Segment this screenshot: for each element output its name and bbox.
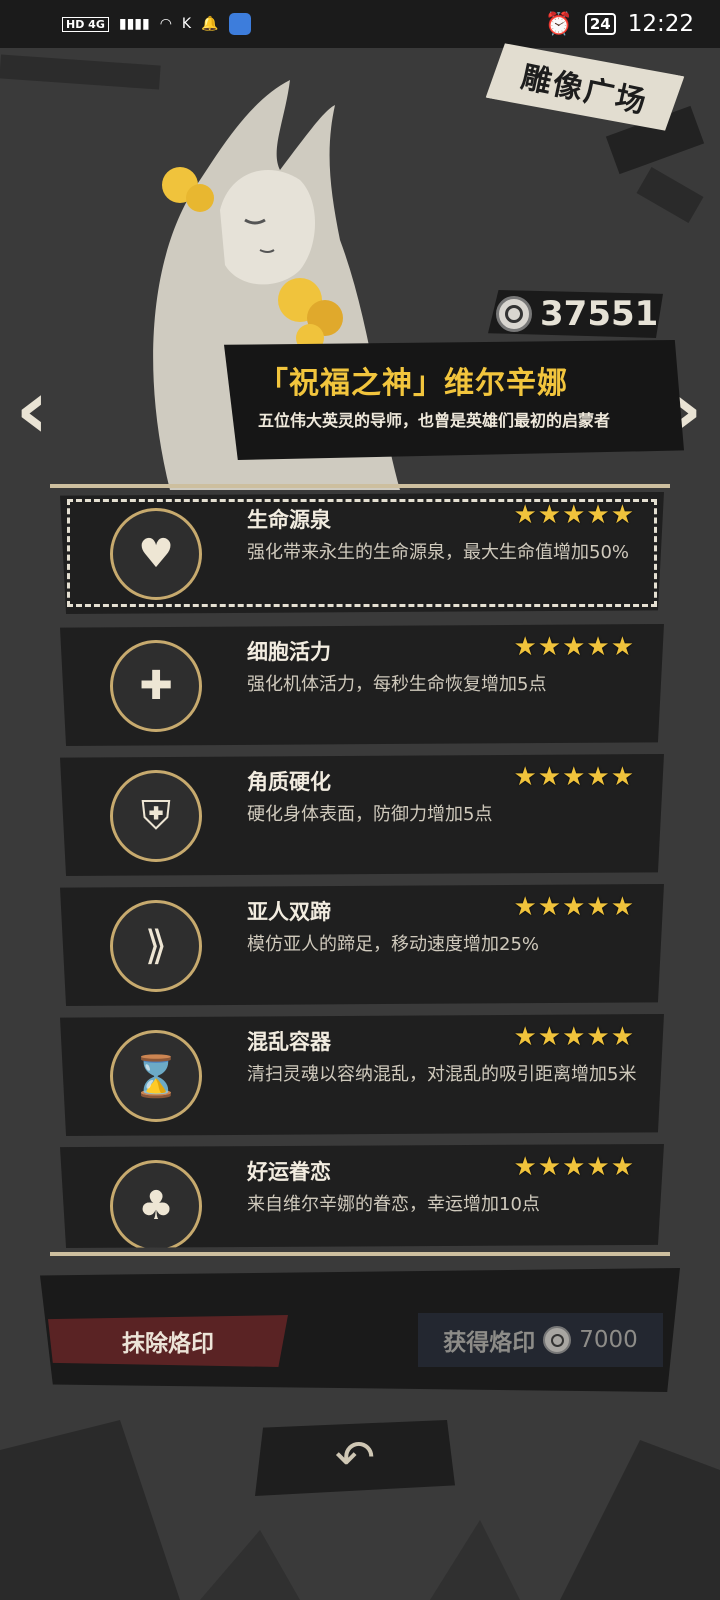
star-rating: ★ ★ ★ ★ ★ <box>513 502 634 528</box>
star-icon: ★ <box>610 762 634 792</box>
clock: 12:22 <box>627 11 694 37</box>
star-icon: ★ <box>610 1152 634 1182</box>
status-bar: HD 4G ▮▮▮▮ ◠ K 🔔 ⏰ 24 12:22 <box>0 0 720 48</box>
star-icon: ★ <box>513 762 537 792</box>
clover-icon: ♣ <box>110 1160 202 1248</box>
star-icon: ★ <box>537 1022 562 1052</box>
star-icon: ★ <box>513 1152 537 1182</box>
hero-banner: 「祝福之神」维尔辛娜 五位伟大英灵的导师，也曾是英雄们最初的启蒙者 <box>224 340 684 460</box>
soul-coin-icon <box>496 296 532 332</box>
bell-icon: 🔔 <box>201 16 219 32</box>
erase-brand-button[interactable]: 抹除烙印 <box>48 1315 288 1367</box>
star-icon: ★ <box>586 632 610 662</box>
star-icon: ★ <box>513 500 537 530</box>
star-icon: ★ <box>537 1152 562 1182</box>
star-icon: ★ <box>610 632 634 662</box>
app-k-icon: K <box>181 16 192 32</box>
skill-card-chaos-container[interactable]: ⌛ 混乱容器 清扫灵魂以容纳混乱，对混乱的吸引距离增加5米 ★ ★ ★ ★ ★ <box>60 1014 664 1136</box>
star-icon: ★ <box>513 1022 537 1052</box>
star-icon: ★ <box>537 500 562 530</box>
star-icon: ★ <box>610 892 634 922</box>
skill-card-lucky-favor[interactable]: ♣ 好运眷恋 来自维尔辛娜的眷恋，幸运增加10点 ★ ★ ★ ★ ★ <box>60 1144 664 1248</box>
previous-statue-button[interactable]: ‹ <box>2 363 62 456</box>
skill-description: 硬化身体表面，防御力增加5点 <box>247 804 493 825</box>
star-icon: ★ <box>537 632 562 662</box>
skill-title: 角质硬化 <box>247 770 331 794</box>
star-rating: ★ ★ ★ ★ ★ <box>513 764 634 790</box>
skill-card-demihuman-hooves[interactable]: ⟫ 亚人双蹄 模仿亚人的蹄足，移动速度增加25% ★ ★ ★ ★ ★ <box>60 884 664 1006</box>
skill-title: 好运眷恋 <box>247 1160 331 1184</box>
star-icon: ★ <box>562 892 586 922</box>
star-icon: ★ <box>586 1152 610 1182</box>
status-right: ⏰ 24 12:22 <box>545 11 694 37</box>
skill-title: 细胞活力 <box>247 640 331 664</box>
heart-fountain-icon: ♥ <box>110 508 202 600</box>
skill-description: 清扫灵魂以容纳混乱，对混乱的吸引距离增加5米 <box>247 1064 637 1085</box>
star-icon: ★ <box>513 892 537 922</box>
currency-value: 37551 <box>540 294 659 334</box>
star-icon: ★ <box>537 762 562 792</box>
signal-icon: ▮▮▮▮ <box>118 16 150 32</box>
star-rating: ★ ★ ★ ★ ★ <box>513 894 634 920</box>
currency-display: 37551 <box>488 290 663 338</box>
skill-title: 混乱容器 <box>247 1030 331 1054</box>
skill-description: 强化机体活力，每秒生命恢复增加5点 <box>247 674 547 695</box>
armor-icon: ⛨ <box>110 770 202 862</box>
skill-description: 来自维尔辛娜的眷恋，幸运增加10点 <box>247 1194 540 1215</box>
alarm-icon: ⏰ <box>545 11 573 37</box>
obtain-cost: 7000 <box>579 1327 638 1353</box>
skill-title: 亚人双蹄 <box>247 900 331 924</box>
page-title: 雕像广场 <box>486 37 685 137</box>
status-left: HD 4G ▮▮▮▮ ◠ K 🔔 <box>62 13 251 35</box>
star-icon: ★ <box>513 632 537 662</box>
star-icon: ★ <box>562 1152 586 1182</box>
star-icon: ★ <box>562 500 586 530</box>
browser-icon <box>228 13 251 35</box>
skill-description: 模仿亚人的蹄足，移动速度增加25% <box>247 934 540 955</box>
skill-title: 生命源泉 <box>247 508 331 532</box>
star-icon: ★ <box>586 500 610 530</box>
battery-indicator: 24 <box>584 13 616 35</box>
star-icon: ★ <box>586 892 610 922</box>
skill-description: 强化带来永生的生命源泉，最大生命值增加50% <box>247 542 630 563</box>
skill-card-cell-vitality[interactable]: ✚ 细胞活力 强化机体活力，每秒生命恢复增加5点 ★ ★ ★ ★ ★ <box>60 624 664 746</box>
star-icon: ★ <box>610 1022 634 1052</box>
star-icon: ★ <box>562 1022 586 1052</box>
chevron-left-icon: ‹ <box>15 362 49 456</box>
back-arrow-icon: ↶ <box>334 1430 376 1486</box>
obtain-brand-button[interactable]: 获得烙印 7000 <box>418 1313 663 1367</box>
star-icon: ★ <box>562 632 586 662</box>
star-rating: ★ ★ ★ ★ ★ <box>513 634 634 660</box>
container-icon: ⌛ <box>110 1030 202 1122</box>
hero-description: 五位伟大英灵的导师，也曾是英雄们最初的启蒙者 <box>258 411 611 430</box>
soul-coin-icon <box>543 1326 572 1354</box>
skill-card-life-fountain[interactable]: ♥ 生命源泉 强化带来永生的生命源泉，最大生命值增加50% ★ ★ ★ ★ ★ <box>60 492 664 614</box>
skill-card-keratin-hardening[interactable]: ⛨ 角质硬化 硬化身体表面，防御力增加5点 ★ ★ ★ ★ ★ <box>60 754 664 876</box>
star-icon: ★ <box>562 762 586 792</box>
star-rating: ★ ★ ★ ★ ★ <box>513 1024 634 1050</box>
obtain-label: 获得烙印 <box>443 1330 536 1356</box>
hoof-icon: ⟫ <box>110 900 202 992</box>
star-icon: ★ <box>586 1022 610 1052</box>
star-icon: ★ <box>537 892 562 922</box>
network-indicator: HD 4G <box>62 16 109 32</box>
star-icon: ★ <box>610 500 634 530</box>
back-button[interactable]: ↶ <box>255 1420 455 1496</box>
star-rating: ★ ★ ★ ★ ★ <box>513 1154 634 1180</box>
star-icon: ★ <box>586 762 610 792</box>
decor-shard <box>636 167 704 223</box>
cells-icon: ✚ <box>110 640 202 732</box>
wifi-icon: ◠ <box>159 16 172 32</box>
hero-name: 「祝福之神」维尔辛娜 <box>258 366 568 401</box>
